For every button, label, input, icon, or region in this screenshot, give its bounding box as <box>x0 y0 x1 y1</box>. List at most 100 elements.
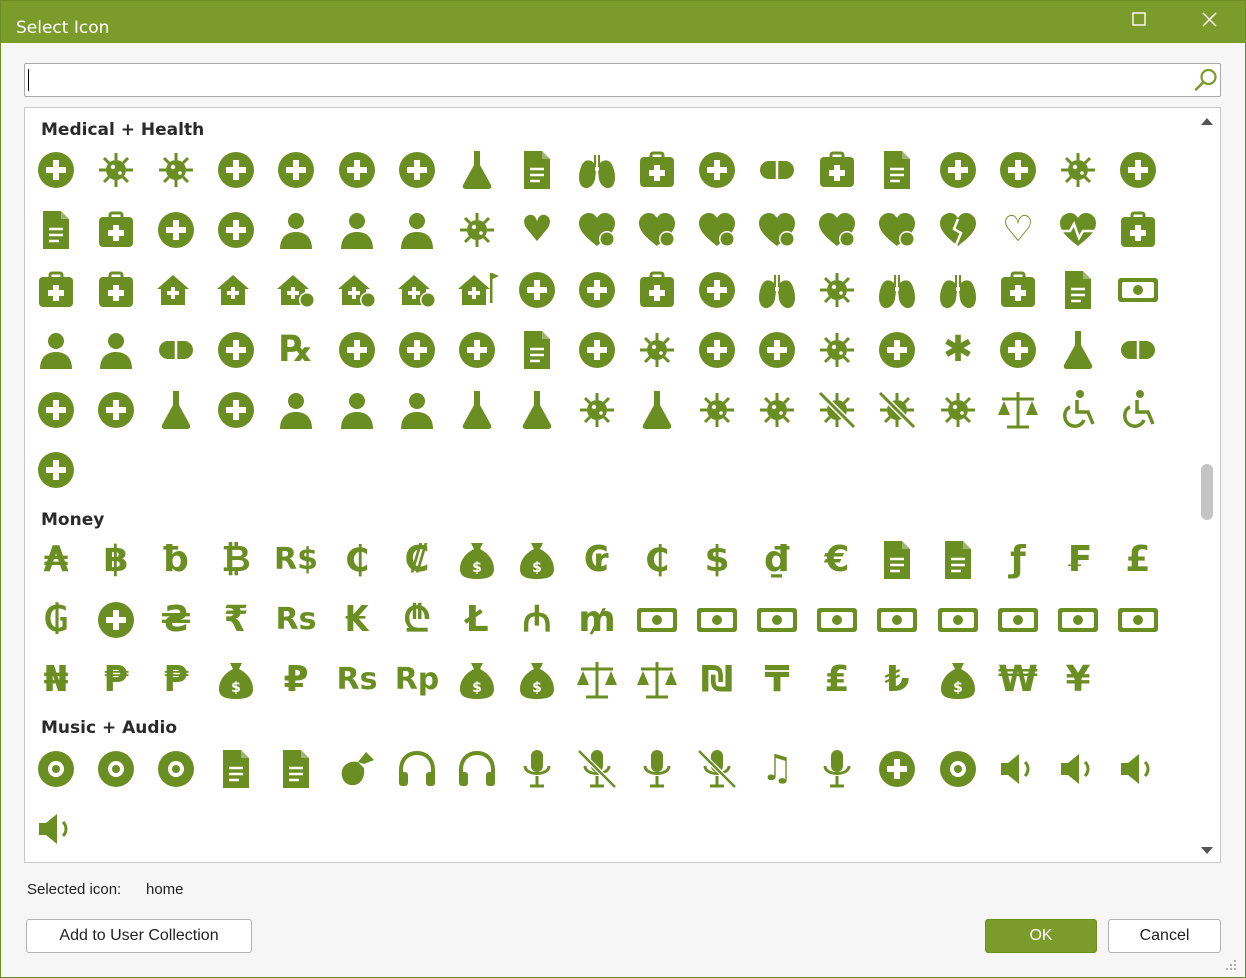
hand-holding-dollar-icon[interactable] <box>92 596 140 644</box>
head-side-virus-icon[interactable] <box>453 206 501 254</box>
austral-sign-icon[interactable]: ₳ <box>32 536 80 584</box>
drum-icon[interactable] <box>92 745 140 793</box>
heart-minus-icon[interactable] <box>753 206 801 254</box>
heart-outline-icon[interactable]: ♡ <box>994 206 1042 254</box>
house-medical-circle-check-icon[interactable] <box>272 266 320 314</box>
cent-sign-icon[interactable]: ₵ <box>633 536 681 584</box>
hospital-icon[interactable] <box>1114 206 1162 254</box>
capsules-icon[interactable] <box>753 146 801 194</box>
wheelchair-move-icon[interactable] <box>1114 386 1162 434</box>
wheelchair-icon[interactable] <box>1054 386 1102 434</box>
money-bill-trend-up-icon[interactable] <box>813 596 861 644</box>
notes-medical-icon[interactable] <box>1054 266 1102 314</box>
prescription-bottle-icon[interactable] <box>333 326 381 374</box>
heart-pulse-icon[interactable] <box>1054 206 1102 254</box>
vial-circle-check-icon[interactable] <box>513 386 561 434</box>
sack-dollar-icon[interactable]: $ <box>453 656 501 704</box>
money-bill-wave-icon[interactable] <box>693 596 741 644</box>
sack-xmark-icon[interactable]: $ <box>513 656 561 704</box>
house-medical-icon[interactable] <box>212 266 260 314</box>
vertical-scrollbar[interactable] <box>1195 108 1220 862</box>
search-input[interactable] <box>27 66 1187 94</box>
receipt-icon[interactable] <box>513 326 561 374</box>
dong-sign-icon[interactable]: ₫ <box>753 536 801 584</box>
money-bill-wheat-icon[interactable] <box>873 596 921 644</box>
hospital-h-circle-icon[interactable] <box>813 146 861 194</box>
money-bill-1-wave-icon[interactable] <box>934 596 982 644</box>
cedi-sign-icon[interactable]: ₵ <box>333 536 381 584</box>
scroll-down-button[interactable] <box>1199 842 1215 858</box>
euro-sign-icon[interactable]: € <box>813 536 861 584</box>
heart-icon[interactable]: ♥ <box>513 206 561 254</box>
vials-icon[interactable] <box>633 386 681 434</box>
hryvnia-sign-icon[interactable]: ₴ <box>152 596 200 644</box>
mill-sign-icon[interactable]: ₥ <box>573 596 621 644</box>
suitcase-medical-icon[interactable] <box>994 266 1042 314</box>
square-h-icon[interactable] <box>92 206 140 254</box>
ban-smoking-icon[interactable] <box>212 146 260 194</box>
microphone-slash-icon[interactable] <box>573 745 621 793</box>
joint-icon[interactable] <box>573 266 621 314</box>
brain-icon[interactable] <box>573 146 621 194</box>
microphone-lines-icon[interactable] <box>633 745 681 793</box>
wallet-icon[interactable]: $ <box>934 656 982 704</box>
virus-covid-icon[interactable] <box>753 386 801 434</box>
shield-virus-icon[interactable] <box>633 326 681 374</box>
headphones-simple-icon[interactable] <box>453 745 501 793</box>
philippine-peso-sign-icon[interactable]: ₱ <box>152 656 200 704</box>
poop-icon[interactable] <box>212 326 260 374</box>
close-button[interactable] <box>1174 1 1244 37</box>
search-field[interactable] <box>24 63 1221 97</box>
bitcoin-sign-alt-icon[interactable]: ƀ <box>152 536 200 584</box>
clipboard-user-icon[interactable] <box>873 146 921 194</box>
bitcoin-sign-icon[interactable]: ₿ <box>212 536 260 584</box>
house-chimney-medical-icon[interactable] <box>152 266 200 314</box>
rupiah-sign-icon[interactable]: Rp <box>393 656 441 704</box>
guarani-sign-icon[interactable]: ₲ <box>32 596 80 644</box>
kit-medical-icon[interactable] <box>633 266 681 314</box>
vial-virus-icon[interactable] <box>573 386 621 434</box>
drum-steelpan-icon[interactable] <box>152 745 200 793</box>
compact-disc-icon[interactable] <box>32 745 80 793</box>
money-bills-icon[interactable] <box>994 596 1042 644</box>
dna-icon[interactable] <box>1114 146 1162 194</box>
piggy-bank-icon[interactable]: $ <box>212 656 260 704</box>
band-aid-icon[interactable] <box>272 146 320 194</box>
head-side-mask-icon[interactable] <box>393 206 441 254</box>
money-check-icon[interactable] <box>1054 596 1102 644</box>
money-bill-transfer-icon[interactable] <box>753 596 801 644</box>
vial-icon[interactable] <box>453 386 501 434</box>
syringe-icon[interactable] <box>1054 326 1102 374</box>
scroll-up-button[interactable] <box>1199 114 1215 130</box>
money-check-dollar-icon[interactable] <box>1114 596 1162 644</box>
cruzeiro-sign-icon[interactable]: ₢ <box>573 536 621 584</box>
prescription-icon[interactable]: ℞ <box>272 326 320 374</box>
colon-sign-icon[interactable]: ₡ <box>393 536 441 584</box>
square-virus-icon[interactable] <box>813 326 861 374</box>
shekel-sign-icon[interactable]: ₪ <box>693 656 741 704</box>
scale-balanced-icon[interactable] <box>573 656 621 704</box>
virus-star-icon[interactable] <box>1054 146 1102 194</box>
file-invoice-dollar-icon[interactable] <box>934 536 982 584</box>
star-of-life-icon[interactable]: ✱ <box>934 326 982 374</box>
turkish-lira-sign-icon[interactable]: ₺ <box>873 656 921 704</box>
heart-plus-icon[interactable] <box>813 206 861 254</box>
ambulance-icon[interactable] <box>32 146 80 194</box>
biohazard-icon[interactable] <box>393 146 441 194</box>
user-injured-icon[interactable] <box>272 386 320 434</box>
pills-icon[interactable] <box>152 326 200 374</box>
ok-button[interactable]: OK <box>985 919 1097 953</box>
litecoin-sign-icon[interactable]: Ł <box>453 596 501 644</box>
dollar-sign-icon[interactable]: $ <box>693 536 741 584</box>
hand-holding-medical-icon[interactable] <box>212 206 260 254</box>
id-card-clip-icon[interactable] <box>513 266 561 314</box>
file-audio-icon[interactable] <box>212 745 260 793</box>
rupee-sign-icon[interactable]: Rs <box>272 596 320 644</box>
naira-sign-icon[interactable]: ₦ <box>32 656 80 704</box>
tooth-icon[interactable] <box>212 386 260 434</box>
credit-card-medical-icon[interactable] <box>1114 266 1162 314</box>
tablets-icon[interactable] <box>1114 326 1162 374</box>
add-to-user-collection-button[interactable]: Add to User Collection <box>26 919 252 953</box>
heart-crack-icon[interactable] <box>934 206 982 254</box>
pump-medical-icon[interactable] <box>453 326 501 374</box>
